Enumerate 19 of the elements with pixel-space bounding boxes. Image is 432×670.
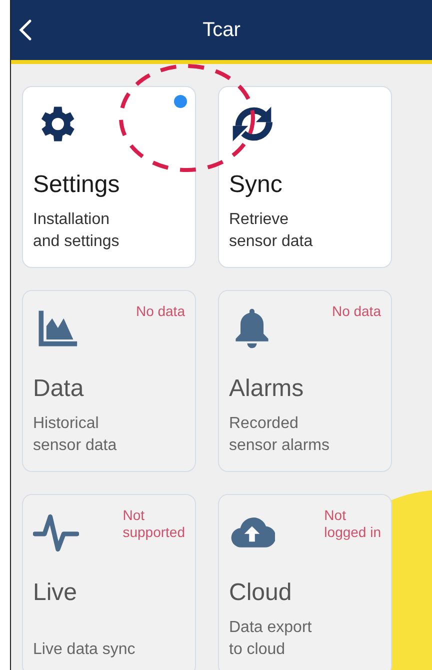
card-title: Alarms [229,375,305,403]
status-text: Not supported [122,507,185,541]
card-title: Data [33,375,85,403]
card-description: Historical sensor data [33,414,118,456]
card-title: Live [33,579,78,607]
card-description: Retrieve sensor data [229,210,314,252]
status-text: No data [136,303,185,320]
status-text: Not logged in [324,507,381,541]
card-description: Recorded sensor alarms [229,414,330,456]
card-title: Cloud [229,579,293,607]
menu-card[interactable]: Sync Retrieve sensor data [218,86,392,268]
screen-title: Tcar [202,18,240,42]
card-title: Sync [229,171,284,199]
card-description: Installation and settings [33,210,120,252]
status-text: No data [332,303,381,320]
card-title: Settings [33,171,121,199]
menu-card[interactable]: Settings Installation and settings [22,86,196,268]
card-description: Live data sync [33,640,136,660]
card-description: Data export to cloud [229,618,313,660]
